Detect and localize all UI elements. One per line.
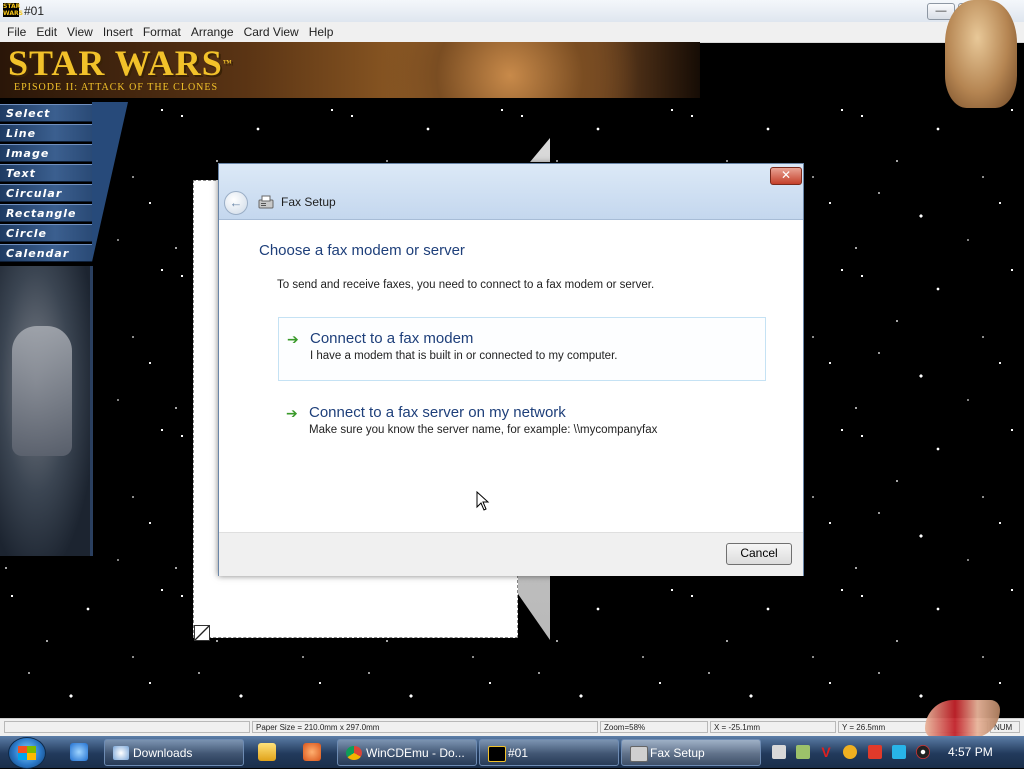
folder-icon bbox=[113, 746, 129, 760]
taskbar-item-fax-setup[interactable]: Fax Setup bbox=[621, 739, 761, 766]
search-tray-icon[interactable] bbox=[843, 745, 857, 759]
chrome-icon bbox=[346, 746, 362, 760]
taskbar: Downloads WinCDEmu - Do... #01 Fax Setup… bbox=[0, 736, 1024, 769]
tool-circular-text[interactable]: Circular Text bbox=[0, 184, 92, 218]
taskbar-clock[interactable]: 4:57 PM bbox=[948, 745, 993, 759]
display-tray-icon[interactable] bbox=[892, 745, 906, 759]
star-wars-banner: STAR WARS™ EPISODE II: ATTACK OF THE CLO… bbox=[0, 42, 700, 98]
card-fold-top bbox=[530, 138, 550, 162]
tool-calendar[interactable]: Calendar bbox=[0, 244, 92, 262]
card-resize-handle[interactable] bbox=[194, 625, 210, 641]
option-title: Connect to a fax modem bbox=[310, 330, 474, 347]
fax-icon bbox=[630, 746, 648, 762]
printer-tray-icon[interactable] bbox=[772, 745, 786, 759]
menu-edit[interactable]: Edit bbox=[31, 22, 62, 40]
tool-panel: Select Line Image Text Circular Text Rec… bbox=[0, 98, 128, 718]
dialog-close-button[interactable]: ✕ bbox=[770, 167, 802, 185]
antivirus-tray-icon[interactable]: V bbox=[819, 745, 833, 759]
tool-image[interactable]: Image bbox=[0, 144, 92, 162]
status-message bbox=[4, 721, 250, 733]
taskbar-item-app[interactable]: #01 bbox=[479, 739, 619, 766]
back-button[interactable]: ← bbox=[224, 191, 248, 215]
green-arrow-icon: ➔ bbox=[287, 331, 299, 347]
dialog-heading: Choose a fax modem or server bbox=[259, 242, 465, 259]
flag-tray-icon[interactable] bbox=[868, 745, 882, 759]
option-title: Connect to a fax server on my network bbox=[309, 404, 566, 421]
start-button[interactable] bbox=[8, 737, 46, 769]
menu-arrange[interactable]: Arrange bbox=[186, 22, 239, 40]
internet-explorer-icon[interactable] bbox=[70, 743, 88, 761]
paint-icon[interactable] bbox=[303, 743, 321, 761]
option-subtitle: I have a modem that is built in or conne… bbox=[310, 350, 618, 362]
taskbar-item-downloads[interactable]: Downloads bbox=[104, 739, 244, 766]
dialog-title: Fax Setup bbox=[281, 195, 336, 209]
taskbar-item-wincdemu[interactable]: WinCDEmu - Do... bbox=[337, 739, 477, 766]
dialog-footer: Cancel bbox=[219, 532, 803, 576]
status-bar: Paper Size = 210.0mm x 297.0mm Zoom=58% … bbox=[0, 718, 1024, 737]
banner-subtitle: EPISODE II: ATTACK OF THE CLONES bbox=[14, 82, 219, 93]
option-connect-fax-server[interactable]: ➔ Connect to a fax server on my network … bbox=[278, 392, 766, 456]
menu-file[interactable]: File bbox=[0, 22, 31, 40]
green-arrow-icon: ➔ bbox=[286, 405, 298, 421]
media-player-icon[interactable] bbox=[258, 743, 276, 761]
menu-insert[interactable]: Insert bbox=[98, 22, 138, 40]
banner-logo: STAR WARS™ bbox=[8, 43, 233, 83]
tool-rectangle[interactable]: Rectangle bbox=[0, 204, 92, 222]
menu-view[interactable]: View bbox=[62, 22, 98, 40]
option-subtitle: Make sure you know the server name, for … bbox=[309, 424, 658, 436]
starwars-app-icon bbox=[488, 746, 506, 762]
banner-battle-scene bbox=[330, 42, 690, 98]
app-icon: STAR WARS bbox=[3, 3, 23, 17]
hamster-desktop-pet bbox=[945, 0, 1017, 108]
dialog-description: To send and receive faxes, you need to c… bbox=[277, 279, 655, 291]
tool-circle[interactable]: Circle bbox=[0, 224, 92, 242]
tool-line[interactable]: Line bbox=[0, 124, 92, 142]
tool-select[interactable]: Select bbox=[0, 104, 92, 122]
status-x-coordinate: X = -25.1mm bbox=[710, 721, 836, 733]
status-zoom: Zoom=58% bbox=[600, 721, 708, 733]
mouse-pointer-icon bbox=[476, 491, 490, 511]
window-title: #01 bbox=[24, 4, 45, 18]
title-bar: STAR WARS #01 — □ bbox=[0, 0, 1024, 23]
tool-panel-artwork bbox=[0, 266, 93, 556]
menu-card-view[interactable]: Card View bbox=[239, 22, 304, 40]
menu-bar: File Edit View Insert Format Arrange Card View… bbox=[0, 22, 1024, 43]
option-connect-fax-modem[interactable]: ➔ Connect to a fax modem I have a modem … bbox=[278, 317, 766, 381]
menu-format[interactable]: Format bbox=[138, 22, 186, 40]
network-tray-icon[interactable] bbox=[796, 745, 810, 759]
jango-fett-figure bbox=[12, 326, 72, 456]
menu-help[interactable]: Help bbox=[304, 22, 339, 40]
status-paper-size: Paper Size = 210.0mm x 297.0mm bbox=[252, 721, 598, 733]
tool-text[interactable]: Text bbox=[0, 164, 92, 182]
media-tray-icon[interactable] bbox=[916, 745, 930, 759]
tool-panel-decoration bbox=[92, 102, 128, 262]
fax-setup-dialog: ✕ ← Fax Setup Choose a fax modem or serv… bbox=[218, 163, 804, 576]
fax-icon bbox=[258, 195, 274, 209]
dialog-header: ✕ ← Fax Setup bbox=[219, 164, 803, 220]
cancel-button[interactable]: Cancel bbox=[726, 543, 792, 565]
